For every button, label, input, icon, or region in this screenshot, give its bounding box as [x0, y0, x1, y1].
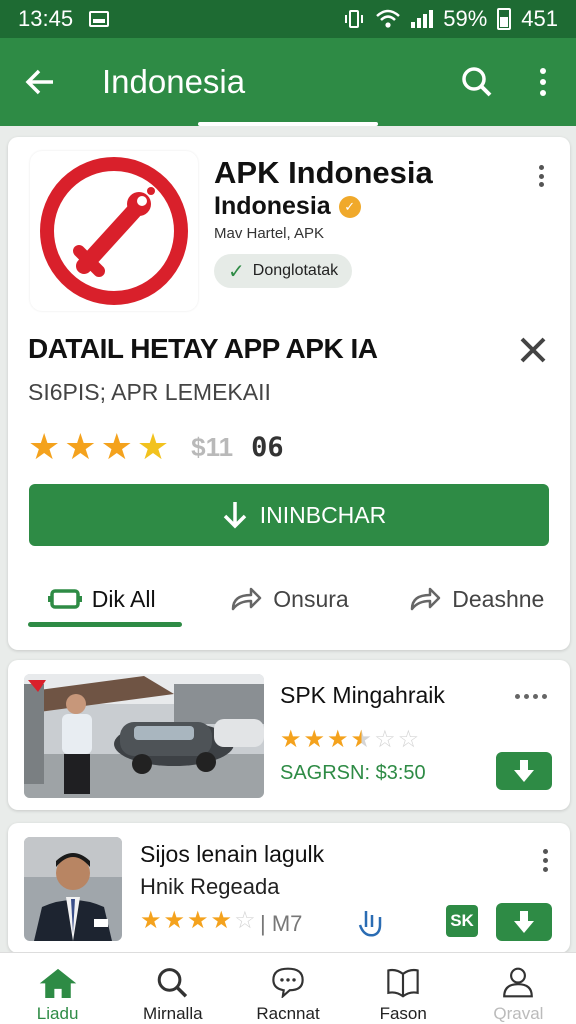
nav-home[interactable]: Liadu [0, 953, 115, 1024]
back-button[interactable] [0, 38, 80, 126]
app-subtitle: Indonesia [214, 192, 331, 220]
item-subtitle: Hnik Regeada [140, 874, 280, 899]
item-title: Sijos lenain lagulk [140, 841, 325, 867]
list-item[interactable]: SPK Mingahraik ★ ★ ★ ★ ☆ ☆ SAGRSN: $3:50 [8, 660, 570, 810]
book-icon [387, 968, 419, 998]
more-vert-icon [540, 68, 546, 96]
star-icon: ★ [136, 426, 170, 467]
active-tab-indicator [28, 622, 182, 627]
download-button[interactable] [496, 903, 552, 941]
detail-tabs: Dik All Onsura Deashne [8, 569, 570, 629]
tab-all[interactable]: Dik All [8, 569, 195, 629]
list-item[interactable]: Sijos lenain lagulk Hnik Regeada ★ ★ ★ ★ ☆ |… [8, 823, 570, 953]
image-notification-icon [89, 11, 110, 27]
star-icon: ★ [64, 426, 97, 467]
tab-label: Dik All [91, 585, 156, 612]
rating-row: ★ ★ ★ ★ $11 06 [28, 429, 284, 465]
close-icon [520, 337, 546, 363]
status-time: 13:45 [18, 6, 74, 31]
battery-icon [497, 8, 512, 30]
item-menu-button[interactable] [515, 694, 547, 699]
arrow-left-icon [25, 69, 53, 95]
star-icon: ★ [28, 426, 61, 467]
nav-profile[interactable]: Qraval [461, 953, 576, 1024]
price-old: $11 [191, 431, 234, 462]
nav-label: Mirnalla [143, 1004, 203, 1023]
item-title: SPK Mingahraik [280, 682, 445, 708]
app-name: APK Indonesia [214, 155, 433, 190]
share-icon [411, 587, 441, 611]
status-chip[interactable]: ✓ Donglotatak [214, 254, 353, 288]
item-meta-value: M7 [271, 911, 303, 936]
search-button[interactable] [444, 38, 510, 126]
touch-icon [356, 907, 382, 944]
app-bar: Indonesia [0, 38, 576, 126]
star-icon: ★ [100, 426, 133, 467]
nav-chat[interactable]: Racnnat [230, 953, 345, 1024]
download-icon [514, 760, 534, 782]
nav-label: Fason [379, 1004, 427, 1023]
install-button-label: ININBCHAR [259, 501, 387, 528]
share-icon [232, 587, 262, 611]
item-rating: ★ ★ ★ ★ ☆ ☆ [280, 726, 420, 753]
tab-label: Onsura [273, 585, 349, 612]
wifi-icon [376, 9, 401, 28]
status-bar: 13:45 59% 451 [0, 0, 576, 38]
person-icon [503, 967, 534, 998]
download-arrow-icon [223, 502, 246, 529]
download-button[interactable] [496, 752, 552, 790]
sk-badge: SK [446, 905, 478, 937]
nav-search[interactable]: Mirnalla [115, 953, 230, 1024]
detail-subtitle: SI6PIS; APR LEMEKAII [28, 379, 271, 405]
signal-icon [411, 10, 434, 28]
price-value: 06 [251, 431, 284, 463]
verified-badge-icon: ✓ [338, 195, 361, 218]
tab-deashne[interactable]: Deashne [383, 569, 570, 629]
close-button[interactable] [514, 331, 552, 369]
app-developer: Mav Hartel, APK [214, 225, 325, 242]
app-logo[interactable] [30, 151, 198, 311]
install-button[interactable]: ININBCHAR [29, 484, 549, 546]
more-options-button[interactable] [510, 38, 576, 126]
detail-title: DATAIL HETAY APP APK IA [28, 333, 378, 364]
app-detail-card: APK Indonesia Indonesia ✓ Mav Hartel, AP… [8, 137, 570, 650]
item-menu-button[interactable] [543, 849, 548, 872]
chat-icon [272, 967, 304, 998]
status-chip-label: Donglotatak [252, 262, 339, 279]
item-rating: ★ ★ ★ ★ ☆ [140, 907, 256, 934]
nav-label: Racnnat [256, 1004, 320, 1023]
battery-percent: 59% [443, 6, 488, 31]
card-menu-button[interactable] [530, 161, 552, 191]
search-icon [462, 67, 492, 97]
item-thumbnail [24, 837, 122, 941]
status-extra: 451 [521, 6, 558, 31]
check-icon: ✓ [228, 260, 245, 283]
bottom-navigation: Liadu Mirnalla Racnnat Fason Qraval [0, 952, 576, 1024]
car-photo [24, 674, 264, 798]
search-icon [157, 968, 187, 998]
tab-onsura[interactable]: Onsura [195, 569, 382, 629]
app-subtitle-row: Indonesia ✓ [214, 192, 361, 221]
item-thumbnail [24, 674, 264, 798]
item-meta: | M7 [260, 911, 303, 936]
battery-icon [47, 589, 82, 609]
person-photo [24, 837, 122, 941]
nav-book[interactable]: Fason [346, 953, 461, 1024]
title-underline [198, 122, 378, 126]
page-title: Indonesia [102, 63, 246, 100]
item-price: SAGRSN: $3:50 [280, 762, 426, 784]
nav-label: Liadu [36, 1004, 79, 1023]
vibrate-icon [345, 10, 364, 28]
wrench-logo-icon [40, 157, 188, 305]
download-icon [514, 911, 534, 933]
home-icon [39, 968, 76, 998]
nav-label: Qraval [493, 1004, 544, 1023]
tab-label: Deashne [452, 585, 545, 612]
